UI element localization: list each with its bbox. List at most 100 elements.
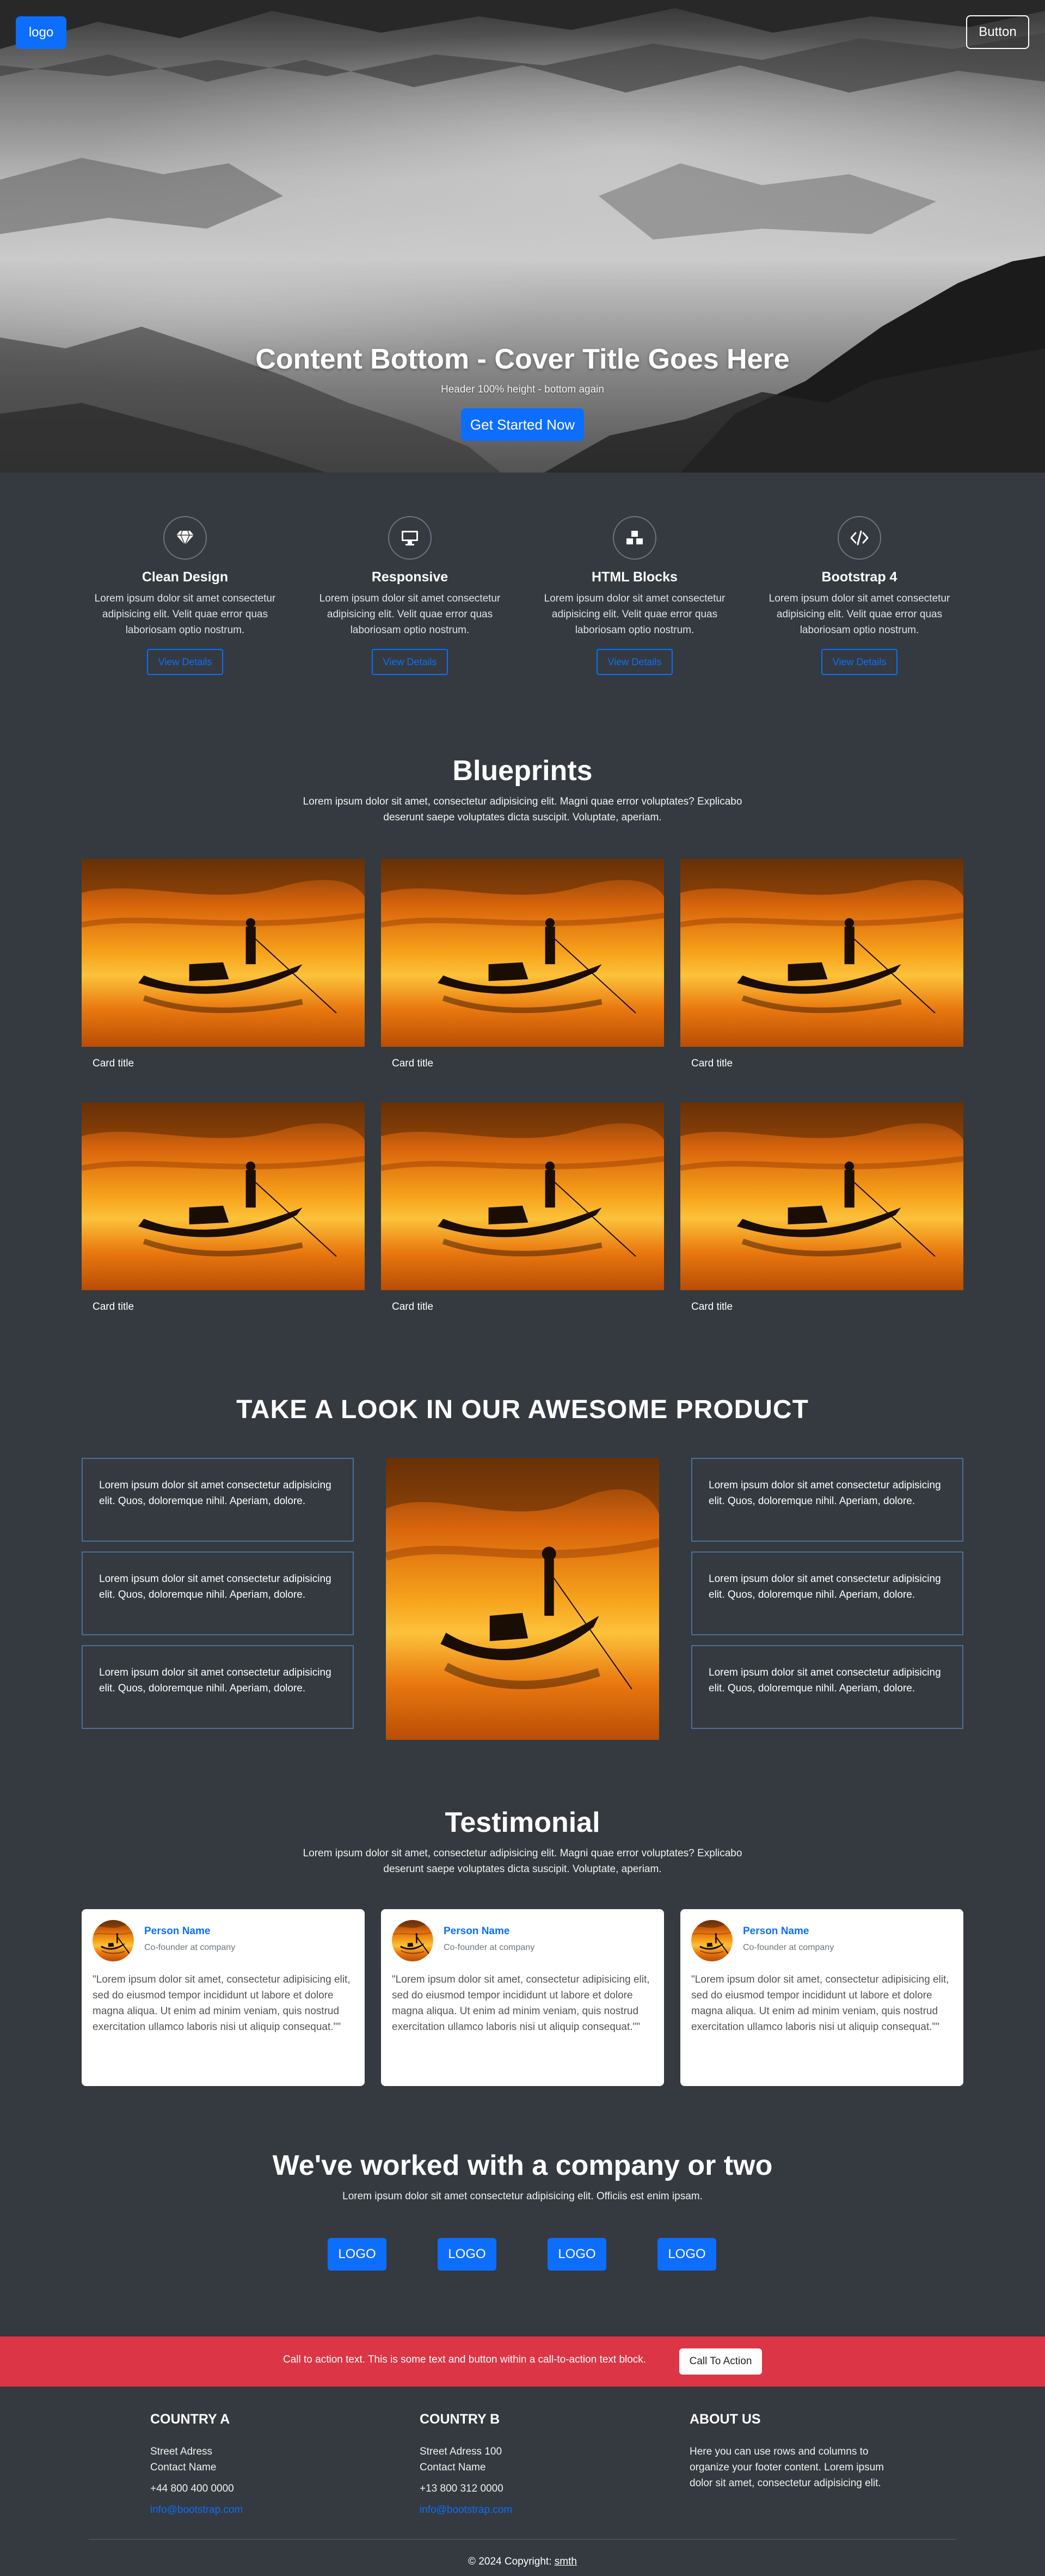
blueprints-title: Blueprints [452, 755, 593, 787]
gem-icon [163, 516, 207, 560]
product-feature-box: Lorem ipsum dolor sit amet consectetur a… [82, 1458, 354, 1542]
person-name[interactable]: Person Name [144, 1925, 210, 1937]
card-image [680, 1102, 963, 1290]
footer-column-country-a: COUNTRY A Street Adress Contact Name +44… [150, 2412, 357, 2518]
footer-email-link[interactable]: info@bootstrap.com [420, 2502, 626, 2518]
blueprint-card[interactable]: Card title [82, 1102, 365, 1326]
footer-email-link[interactable]: info@bootstrap.com [150, 2502, 357, 2518]
testimonial-description: Lorem ipsum dolor sit amet, consectetur … [303, 1848, 742, 1875]
card-image [82, 859, 365, 1047]
hero-title: Content Bottom - Cover Title Goes Here [255, 344, 790, 375]
feature-title: Bootstrap 4 [821, 569, 898, 585]
avatar [691, 1920, 733, 1961]
product-feature-box: Lorem ipsum dolor sit amet consectetur a… [691, 1458, 963, 1542]
copyright-link[interactable]: smth [555, 2556, 577, 2567]
copyright-text: © 2024 Copyright: [468, 2556, 555, 2567]
hero-subtitle: Header 100% height - bottom again [441, 384, 604, 395]
logo-button[interactable]: logo [16, 16, 66, 49]
feature-clean-design: Clean Design Lorem ipsum dolor sit amet … [93, 516, 278, 675]
client-logo-button[interactable]: LOGO [328, 2238, 386, 2271]
product-image [386, 1458, 659, 1740]
copyright: © 2024 Copyright: smth [0, 2556, 1045, 2568]
product-feature-box: Lorem ipsum dolor sit amet consectetur a… [82, 1645, 354, 1729]
card-title: Card title [691, 1301, 733, 1312]
footer-heading: COUNTRY B [420, 2412, 500, 2427]
card-title: Card title [93, 1058, 134, 1069]
card-title: Card title [691, 1058, 733, 1069]
call-to-action-button[interactable]: Call To Action [679, 2348, 762, 2375]
feature-title: HTML Blocks [592, 569, 678, 585]
view-details-button[interactable]: View Details [372, 649, 448, 675]
footer-about-text: Here you can use rows and columns to org… [690, 2446, 884, 2489]
feature-bootstrap: Bootstrap 4 Lorem ipsum dolor sit amet c… [767, 516, 952, 675]
get-started-button[interactable]: Get Started Now [461, 408, 584, 441]
testimonial-card: Person Name Co-founder at company "Lorem… [82, 1909, 365, 2086]
client-logo-button[interactable]: LOGO [438, 2238, 496, 2271]
feature-html-blocks: HTML Blocks Lorem ipsum dolor sit amet c… [542, 516, 727, 675]
feature-title: Clean Design [142, 569, 229, 585]
person-role: Co-founder at company [144, 1943, 236, 1952]
feature-text: Lorem ipsum dolor sit amet consectetur a… [319, 593, 501, 636]
person-role: Co-founder at company [444, 1943, 535, 1952]
footer-column-about: ABOUT US Here you can use rows and colum… [690, 2412, 896, 2491]
card-title: Card title [392, 1301, 434, 1312]
blueprint-card[interactable]: Card title [381, 1102, 664, 1326]
avatar [392, 1920, 433, 1961]
blueprints-description: Lorem ipsum dolor sit amet, consectetur … [303, 796, 742, 823]
feature-responsive: Responsive Lorem ipsum dolor sit amet co… [317, 516, 502, 675]
product-feature-box: Lorem ipsum dolor sit amet consectetur a… [691, 1551, 963, 1635]
footer-phone: +13 800 312 0000 [420, 2483, 503, 2494]
monitor-icon [388, 516, 432, 560]
testimonial-title: Testimonial [445, 1807, 600, 1838]
feature-text: Lorem ipsum dolor sit amet consectetur a… [769, 593, 950, 636]
product-title: TAKE A LOOK IN OUR AWESOME PRODUCT [236, 1395, 809, 1424]
header-button[interactable]: Button [966, 15, 1029, 49]
person-role: Co-founder at company [743, 1943, 834, 1952]
footer-contact: Contact Name [150, 2462, 217, 2473]
cta-text: Call to action text. This is some text a… [283, 2354, 647, 2365]
clients-title: We've worked with a company or two [272, 2150, 773, 2181]
card-image [381, 859, 664, 1047]
hero-header: logo Button Content Bottom - Cover Title… [0, 0, 1045, 473]
footer-street: Street Adress 100 [420, 2446, 502, 2457]
testimonial-quote: "Lorem ipsum dolor sit amet, consectetur… [93, 1974, 351, 2033]
blueprint-card[interactable]: Card title [82, 859, 365, 1082]
page: logo Button Content Bottom - Cover Title… [0, 0, 1045, 2576]
testimonial-card: Person Name Co-founder at company "Lorem… [680, 1909, 963, 2086]
code-icon [838, 516, 881, 560]
blueprint-card[interactable]: Card title [680, 859, 963, 1082]
avatar [93, 1920, 134, 1961]
card-title: Card title [93, 1301, 134, 1312]
client-logo-button[interactable]: LOGO [548, 2238, 606, 2271]
card-title: Card title [392, 1058, 434, 1069]
client-logo-button[interactable]: LOGO [657, 2238, 716, 2271]
call-to-action-bar: Call to action text. This is some text a… [0, 2336, 1045, 2387]
boxes-icon [613, 516, 656, 560]
person-name[interactable]: Person Name [444, 1925, 509, 1937]
view-details-button[interactable]: View Details [147, 649, 223, 675]
feature-text: Lorem ipsum dolor sit amet consectetur a… [544, 593, 726, 636]
feature-title: Responsive [371, 569, 448, 585]
clients-description: Lorem ipsum dolor sit amet consectetur a… [342, 2191, 703, 2202]
footer-divider [89, 2539, 956, 2540]
footer-phone: +44 800 400 0000 [150, 2483, 234, 2494]
feature-text: Lorem ipsum dolor sit amet consectetur a… [94, 593, 276, 636]
product-feature-box: Lorem ipsum dolor sit amet consectetur a… [82, 1551, 354, 1635]
testimonial-card: Person Name Co-founder at company "Lorem… [381, 1909, 664, 2086]
footer-heading: ABOUT US [690, 2412, 761, 2427]
testimonial-quote: "Lorem ipsum dolor sit amet, consectetur… [691, 1974, 949, 2033]
footer-heading: COUNTRY A [150, 2412, 230, 2427]
view-details-button[interactable]: View Details [821, 649, 898, 675]
card-image [680, 859, 963, 1047]
person-name[interactable]: Person Name [743, 1925, 809, 1937]
testimonial-quote: "Lorem ipsum dolor sit amet, consectetur… [392, 1974, 650, 2033]
footer-contact: Contact Name [420, 2462, 486, 2473]
blueprint-card[interactable]: Card title [381, 859, 664, 1082]
blueprint-card[interactable]: Card title [680, 1102, 963, 1326]
footer-street: Street Adress [150, 2446, 213, 2457]
card-image [82, 1102, 365, 1290]
footer-column-country-b: COUNTRY B Street Adress 100 Contact Name… [420, 2412, 626, 2518]
features-section: Clean Design Lorem ipsum dolor sit amet … [0, 473, 1045, 690]
view-details-button[interactable]: View Details [597, 649, 673, 675]
product-feature-box: Lorem ipsum dolor sit amet consectetur a… [691, 1645, 963, 1729]
